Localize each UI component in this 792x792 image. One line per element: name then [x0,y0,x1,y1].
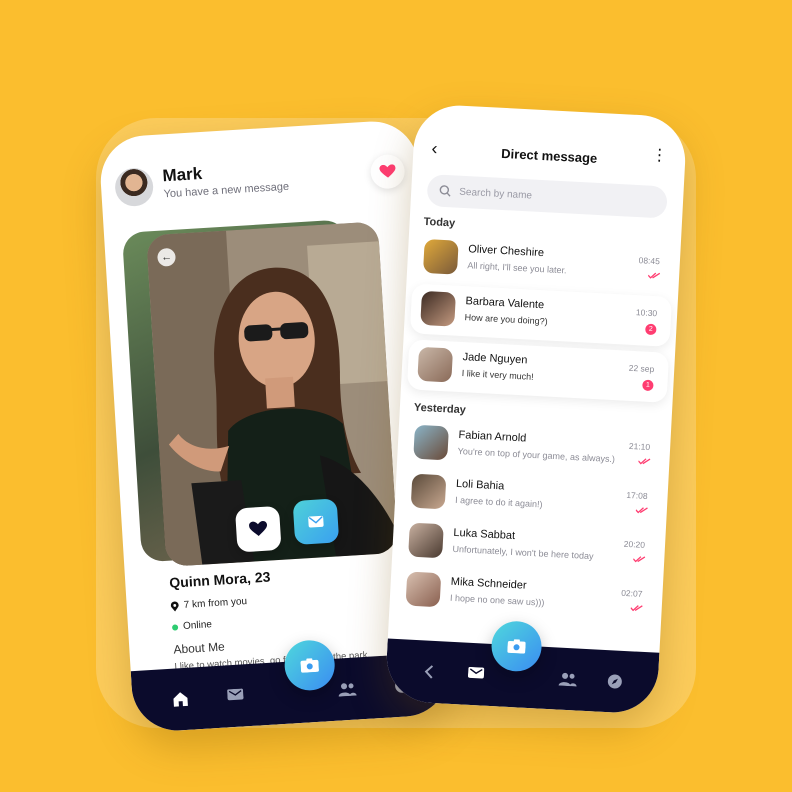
message-preview: I agree to do it again!) [454,494,543,510]
dm-header: ‹ Direct message ⋮ [431,138,668,174]
message-time: 08:45 [638,255,661,267]
header-name: Mark [161,163,203,186]
hearts-button[interactable] [369,153,406,190]
unread-badge: 2 [645,323,657,336]
search-placeholder: Search by name [458,186,533,201]
section-yesterday: Yesterday [413,401,467,417]
double-check-icon [647,272,661,279]
message-button[interactable] [292,498,340,545]
heart-icon [379,164,396,178]
avatar [408,522,444,559]
avatar [422,238,459,275]
message-time: 02:07 [620,587,643,599]
contact-name: Oliver Cheshire [467,243,545,260]
message-time: 21:10 [628,440,651,453]
heart-icon [249,521,268,536]
message-preview: Unfortunately, I won't be here today [452,543,594,562]
unread-badge: 1 [642,379,654,392]
profile-header: Mark You have a new message [114,150,406,212]
double-check-icon [630,605,643,612]
chat-icon[interactable] [466,665,485,684]
avatar [413,424,449,461]
contact-name: Jade Nguyen [462,351,528,367]
compass-icon[interactable] [605,672,624,691]
people-icon[interactable] [337,680,357,699]
contact-name: Luka Sabbat [453,526,516,543]
online-dot [171,623,179,631]
profile-card[interactable]: ← [146,221,398,567]
message-time: 20:20 [623,538,646,550]
contact-name: Loli Bahia [455,477,505,493]
mail-icon [308,515,324,528]
nav-back-icon[interactable] [420,662,439,681]
arrow-left-icon: ← [160,250,173,264]
people-icon[interactable] [558,670,578,689]
messages-phone: ‹ Direct message ⋮ Search by name Today … [384,103,688,715]
double-check-icon [633,556,646,563]
chat-icon[interactable] [226,686,245,705]
search-input[interactable]: Search by name [426,174,668,219]
contact-name: Mika Schneider [450,575,527,592]
avatar [417,346,454,383]
home-icon[interactable] [171,690,190,709]
message-preview: I like it very much! [461,368,534,382]
avatar [410,473,447,510]
double-check-icon [638,458,651,465]
camera-icon [507,639,526,654]
avatar[interactable] [114,167,155,208]
camera-icon [300,658,319,673]
contact-name: Barbara Valente [465,295,545,312]
message-preview: You're on top of your game, as always.) [457,445,616,465]
list-item[interactable]: Jade Nguyen I like it very much! 22 sep … [406,339,670,403]
status-text: Online [182,619,213,632]
double-check-icon [635,507,648,514]
message-time: 10:30 [635,307,658,319]
contact-name: Fabian Arnold [458,428,527,445]
message-preview: I hope no one saw us))) [449,592,545,608]
message-preview: All right, I'll see you later. [467,260,567,276]
like-button[interactable] [234,505,282,553]
avatar [405,571,442,608]
more-vertical-icon: ⋮ [650,146,668,165]
message-preview: How are you doing?) [464,312,548,327]
distance-text: 7 km from you [183,596,248,611]
location-pin-icon [170,600,179,611]
message-time: 22 sep [628,362,655,375]
more-menu-button[interactable]: ⋮ [651,147,668,165]
search-icon [439,185,451,197]
message-time: 17:08 [626,489,648,501]
page-title: Direct message [500,145,598,166]
section-today: Today [423,215,456,230]
avatar [420,290,456,327]
